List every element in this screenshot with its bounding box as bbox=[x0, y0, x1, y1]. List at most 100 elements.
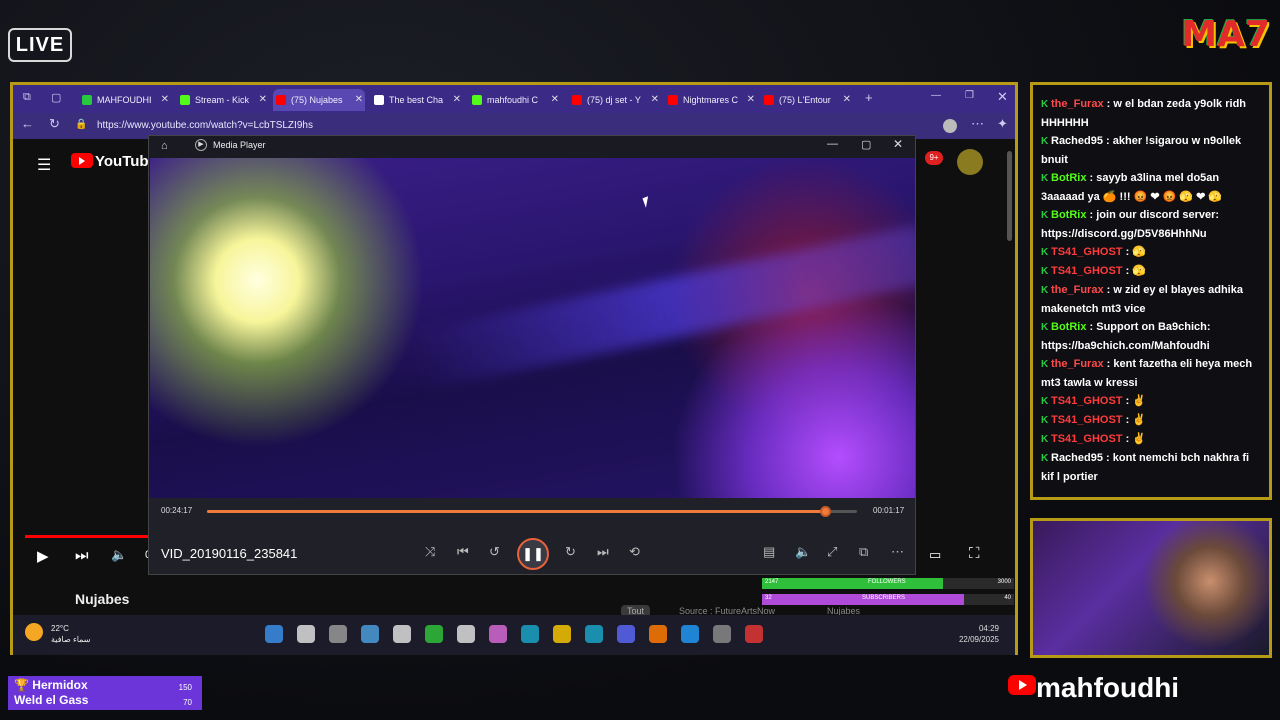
tab-actions-icon[interactable]: ▢ bbox=[51, 91, 61, 104]
url-field[interactable]: https://www.youtube.com/watch?v=LcbTSLZI… bbox=[93, 116, 713, 136]
folder-icon[interactable] bbox=[553, 625, 571, 643]
more-options-icon[interactable]: ⋯ bbox=[891, 544, 904, 560]
chat-username[interactable]: TS41_GHOST bbox=[1051, 433, 1123, 445]
chat-username[interactable]: the_Furax bbox=[1051, 358, 1104, 370]
play-icon[interactable]: ▶ bbox=[37, 547, 49, 565]
minimize-button[interactable]: — bbox=[827, 138, 838, 150]
youtube-logo[interactable]: YouTube bbox=[71, 153, 157, 170]
vscode-icon[interactable] bbox=[585, 625, 603, 643]
next-icon[interactable]: ⏭ bbox=[597, 544, 609, 560]
start-icon[interactable] bbox=[265, 625, 283, 643]
profile-avatar[interactable] bbox=[943, 119, 957, 133]
fullscreen-icon[interactable]: ⛶ bbox=[969, 545, 980, 562]
seek-bar[interactable] bbox=[207, 506, 857, 517]
refresh-icon[interactable]: ↻ bbox=[49, 116, 60, 132]
weather-widget[interactable]: 22°C سماء صافية bbox=[25, 623, 91, 645]
close-tab-icon[interactable]: ✕ bbox=[355, 89, 363, 111]
browser-tab[interactable]: mahfoudhi C ✕ bbox=[469, 89, 561, 111]
close-button[interactable]: ✕ bbox=[893, 137, 903, 151]
app-icon[interactable] bbox=[521, 625, 539, 643]
chat-username[interactable]: TS41_GHOST bbox=[1051, 246, 1123, 258]
system-clock[interactable]: 04:29 22/09/2025 bbox=[959, 623, 999, 645]
avatar[interactable] bbox=[957, 149, 983, 175]
home-icon[interactable]: ⌂ bbox=[161, 140, 168, 152]
workspaces-icon[interactable]: ⧉ bbox=[23, 91, 31, 104]
miniplayer-icon[interactable]: ⧉ bbox=[859, 544, 868, 560]
theater-mode-icon[interactable]: ▭ bbox=[929, 547, 941, 563]
media-player-app-icon: ▶ bbox=[195, 139, 207, 151]
maximize-button[interactable]: ▢ bbox=[861, 138, 871, 151]
chat-username[interactable]: TS41_GHOST bbox=[1051, 265, 1123, 277]
copilot-icon[interactable] bbox=[489, 625, 507, 643]
pause-button[interactable]: ❚❚ bbox=[517, 538, 549, 570]
youtube-progress-bar[interactable] bbox=[25, 535, 165, 538]
browser-tab[interactable]: Stream - Kick ✕ bbox=[177, 89, 269, 111]
back-icon[interactable]: ← bbox=[21, 116, 34, 131]
chat-text: 🫣 bbox=[1132, 246, 1147, 258]
chat-username[interactable]: the_Furax bbox=[1051, 98, 1104, 110]
expand-icon[interactable]: ⤢ bbox=[827, 544, 837, 560]
video-frame[interactable] bbox=[150, 158, 915, 498]
chat-username[interactable]: the_Furax bbox=[1051, 284, 1104, 296]
scrollbar[interactable] bbox=[1007, 151, 1012, 241]
tab-label: (75) dj set - Y bbox=[587, 95, 641, 105]
chat-username[interactable]: Rached95 bbox=[1051, 135, 1103, 147]
close-tab-icon[interactable]: ✕ bbox=[551, 89, 559, 111]
channel-name[interactable]: Nujabes bbox=[75, 591, 129, 607]
close-tab-icon[interactable]: ✕ bbox=[453, 89, 461, 111]
close-tab-icon[interactable]: ✕ bbox=[843, 89, 851, 111]
chat-username[interactable]: BotRix bbox=[1051, 172, 1086, 184]
forward-icon[interactable]: ↻ bbox=[565, 544, 576, 560]
browser-tab[interactable]: The best Cha ✕ bbox=[371, 89, 463, 111]
browser-tab[interactable]: (75) L'Entour ✕ bbox=[761, 89, 853, 111]
repeat-off-icon[interactable]: ⟲ bbox=[629, 544, 640, 560]
app-icon[interactable] bbox=[425, 625, 443, 643]
live-badge: LIVE bbox=[8, 28, 72, 62]
chat-username[interactable]: BotRix bbox=[1051, 321, 1086, 333]
chat-separator: : bbox=[1102, 452, 1113, 464]
seek-thumb[interactable] bbox=[819, 506, 831, 517]
more-menu-icon[interactable]: ⋯ bbox=[971, 116, 984, 132]
maximize-button[interactable]: ❐ bbox=[965, 90, 974, 101]
subtitles-icon[interactable]: ▤ bbox=[763, 544, 775, 560]
tab-label: The best Cha bbox=[389, 95, 444, 105]
volume-icon[interactable]: 🔈 bbox=[111, 547, 127, 563]
rewind-icon[interactable]: ↺ bbox=[489, 544, 500, 560]
notification-badge[interactable]: 9+ bbox=[925, 151, 943, 165]
task-view-icon[interactable] bbox=[329, 625, 347, 643]
menu-icon[interactable]: ☰ bbox=[37, 155, 51, 175]
chat-username[interactable]: TS41_GHOST bbox=[1051, 395, 1123, 407]
close-tab-icon[interactable]: ✕ bbox=[259, 89, 267, 111]
light-beam bbox=[409, 224, 915, 392]
browser-tab[interactable]: (75) Nujabes ✕ bbox=[273, 89, 365, 111]
media-player-icon[interactable] bbox=[745, 625, 763, 643]
network-icon[interactable] bbox=[361, 625, 379, 643]
browser-tab[interactable]: Nightmares C ✕ bbox=[665, 89, 757, 111]
firefox-icon[interactable] bbox=[649, 625, 667, 643]
next-icon[interactable]: ⏭ bbox=[75, 547, 89, 564]
minimize-button[interactable]: — bbox=[931, 90, 941, 101]
settings-icon[interactable] bbox=[713, 625, 731, 643]
discord-icon[interactable] bbox=[617, 625, 635, 643]
shuffle-icon[interactable]: ⤨ bbox=[425, 544, 435, 560]
close-tab-icon[interactable]: ✕ bbox=[747, 89, 755, 111]
chat-username[interactable]: BotRix bbox=[1051, 209, 1086, 221]
browser-tab[interactable]: (75) dj set - Y ✕ bbox=[569, 89, 661, 111]
copilot-icon[interactable]: ✦ bbox=[997, 116, 1008, 132]
new-tab-button[interactable]: + bbox=[865, 90, 873, 105]
app-icon[interactable] bbox=[393, 625, 411, 643]
chat-username[interactable]: TS41_GHOST bbox=[1051, 414, 1123, 426]
close-tab-icon[interactable]: ✕ bbox=[161, 89, 169, 111]
obs-icon[interactable] bbox=[457, 625, 475, 643]
chat-separator: : bbox=[1103, 358, 1114, 370]
search-icon[interactable] bbox=[297, 625, 315, 643]
browser-tab[interactable]: MAHFOUDHI ✕ bbox=[79, 89, 171, 111]
close-tab-icon[interactable]: ✕ bbox=[651, 89, 659, 111]
previous-icon[interactable]: ⏮ bbox=[457, 544, 469, 560]
followers-label: FOLLOWERS bbox=[868, 579, 906, 585]
chat-username[interactable]: Rached95 bbox=[1051, 452, 1103, 464]
close-window-button[interactable]: ✕ bbox=[997, 89, 1008, 105]
edge-icon[interactable] bbox=[681, 625, 699, 643]
volume-icon[interactable]: 🔈 bbox=[795, 544, 811, 560]
kick-badge-icon: K bbox=[1041, 247, 1051, 258]
